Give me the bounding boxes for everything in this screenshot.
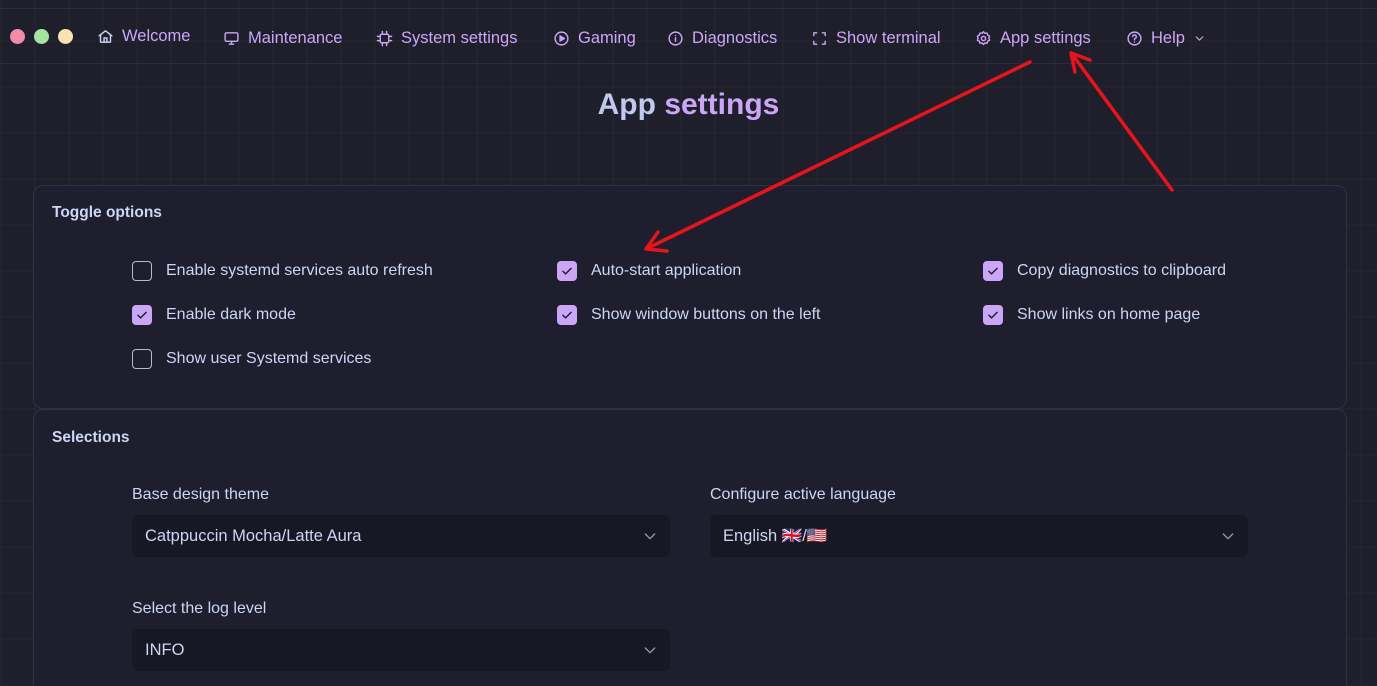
question-circle-icon [1127,30,1142,46]
checkbox-window-buttons-left[interactable]: Show window buttons on the left [557,305,820,325]
checkbox-box[interactable] [983,261,1003,281]
check-icon [988,267,998,275]
selections-panel: Selections Base design theme Catppuccin … [33,409,1347,686]
play-circle-icon [554,30,569,46]
gear-icon [976,30,991,45]
log-level-label: Select the log level [132,600,267,617]
nav-item-label: Gaming [578,28,636,47]
checkbox-box[interactable] [557,261,577,281]
nav-item-gaming[interactable]: Gaming [553,24,636,52]
log-level-select-value: INFO [145,640,185,659]
nav-item-app-settings[interactable]: App settings [975,24,1091,52]
chevron-down-icon [1222,533,1234,540]
checkbox-auto-start[interactable]: Auto-start application [557,261,741,281]
nav-item-label: Show terminal [836,28,941,47]
nav-item-label: Help [1151,28,1185,47]
checkbox-box[interactable] [132,349,152,369]
chip-icon [376,30,393,46]
nav-item-label: Welcome [122,26,191,45]
frame-icon [813,31,826,45]
theme-select[interactable]: Catppuccin Mocha/Latte Aura [132,515,670,557]
checkbox-systemd-auto-refresh[interactable]: Enable systemd services auto refresh [132,261,433,281]
check-icon [137,311,147,319]
selections-title: Selections [52,429,130,446]
top-navigation-bar: Welcome Maintenance System settings Gami… [0,0,1377,64]
checkbox-dark-mode[interactable]: Enable dark mode [132,305,296,325]
language-select[interactable]: English 🇬🇧/🇺🇸 [710,515,1248,557]
checkbox-copy-diagnostics[interactable]: Copy diagnostics to clipboard [983,261,1226,281]
nav-item-system-settings[interactable]: System settings [376,24,517,52]
info-circle-icon [668,30,683,46]
chevron-down-icon [1195,35,1204,41]
toggle-options-panel: Toggle options Enable systemd services a… [33,185,1347,409]
nav-item-label: Maintenance [248,28,343,47]
nav-item-label: App settings [1000,28,1091,47]
monitor-icon [224,31,239,45]
toggle-options-title: Toggle options [52,204,162,221]
checkbox-user-systemd-services[interactable]: Show user Systemd services [132,349,371,369]
maximize-window-button[interactable] [34,29,49,44]
language-select-value: English 🇬🇧/🇺🇸 [723,526,828,545]
nav-item-show-terminal[interactable]: Show terminal [811,24,941,52]
checkbox-label: Auto-start application [591,262,742,279]
nav-item-welcome[interactable]: Welcome [97,22,190,50]
checkbox-box[interactable] [132,261,152,281]
theme-label: Base design theme [132,486,269,503]
nav-item-maintenance[interactable]: Maintenance [223,24,342,52]
check-icon [562,267,572,275]
checkbox-label: Enable systemd services auto refresh [166,262,433,279]
home-icon [98,29,113,43]
checkbox-links-home-page[interactable]: Show links on home page [983,305,1200,325]
close-window-button[interactable] [10,29,25,44]
check-icon [988,311,998,319]
checkbox-box[interactable] [557,305,577,325]
page-title-part1: App [597,88,656,121]
checkbox-label: Show window buttons on the left [591,306,821,323]
check-icon [562,311,572,319]
nav-item-help[interactable]: Help [1126,24,1206,52]
theme-select-value: Catppuccin Mocha/Latte Aura [145,526,362,545]
checkbox-label: Show user Systemd services [166,350,372,367]
nav-item-label: System settings [401,28,518,47]
window-top-border [0,8,1377,9]
chevron-down-icon [644,647,656,654]
page-title: App settings [0,88,1377,122]
language-label: Configure active language [710,486,896,503]
log-level-select[interactable]: INFO [132,629,670,671]
nav-item-diagnostics[interactable]: Diagnostics [667,24,777,52]
checkbox-box[interactable] [132,305,152,325]
checkbox-label: Enable dark mode [166,306,296,323]
checkbox-label: Show links on home page [1017,306,1201,323]
nav-item-label: Diagnostics [692,28,778,47]
checkbox-box[interactable] [983,305,1003,325]
minimize-window-button[interactable] [58,29,73,44]
chevron-down-icon [644,533,656,540]
page-title-part2: settings [664,88,780,121]
checkbox-label: Copy diagnostics to clipboard [1017,262,1227,279]
